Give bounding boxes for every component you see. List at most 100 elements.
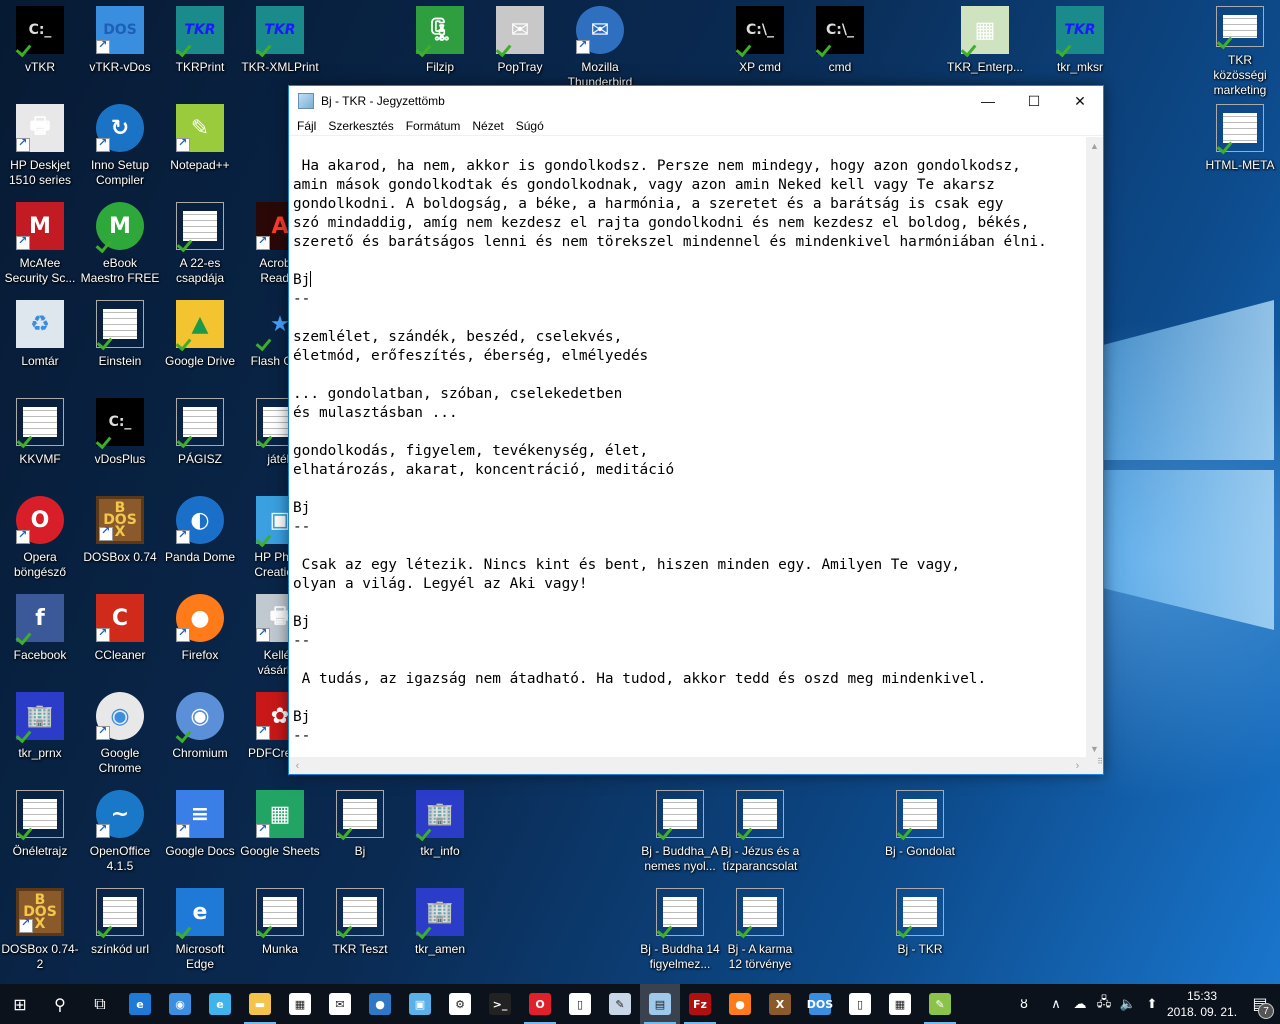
taskbar-app-notepad[interactable]: ▤ bbox=[640, 984, 680, 1024]
desktop-icon-label: DOSBox 0.74-2 bbox=[1, 942, 79, 971]
desktop-icon[interactable]: C CCleaner bbox=[80, 594, 160, 686]
desktop-icon[interactable]: Önéletrajz bbox=[0, 790, 80, 882]
desktop-icon[interactable]: C:_ vTKR bbox=[0, 6, 80, 98]
desktop-icon[interactable]: ✎ Notepad++ bbox=[160, 104, 240, 196]
taskbar-app-store[interactable]: ▦ bbox=[280, 984, 320, 1024]
scroll-up-icon[interactable]: ▲ bbox=[1086, 137, 1103, 154]
volume-icon[interactable]: 🔈 bbox=[1116, 997, 1140, 1012]
taskbar-app-chrome[interactable]: ◉ bbox=[160, 984, 200, 1024]
scroll-left-icon[interactable]: ‹ bbox=[289, 757, 306, 774]
taskbar-app-dosbox[interactable]: X bbox=[760, 984, 800, 1024]
desktop-icon[interactable]: 🏢 tkr_prnx bbox=[0, 692, 80, 784]
clock[interactable]: 15:33 2018. 09. 21. bbox=[1164, 988, 1240, 1020]
desktop-icon[interactable]: HTML-META bbox=[1200, 104, 1280, 196]
chevron-up-icon[interactable]: ∧ bbox=[1044, 997, 1068, 1012]
upload-cloud-icon[interactable]: ⬆ bbox=[1140, 997, 1164, 1012]
desktop-icon[interactable]: ◐ Panda Dome bbox=[160, 496, 240, 588]
desktop-icon[interactable]: 🏢 tkr_amen bbox=[400, 888, 480, 980]
desktop-icon[interactable]: ♻ Lomtár bbox=[0, 300, 80, 392]
desktop-icon[interactable]: Bj - Jézus és a tízparancsolat bbox=[720, 790, 800, 882]
desktop-icon[interactable]: 🖶 HP Deskjet 1510 series bbox=[0, 104, 80, 196]
taskbar-app-settings[interactable]: ⚙ bbox=[440, 984, 480, 1024]
taskbar-app-cmd[interactable]: >_ bbox=[480, 984, 520, 1024]
menu-view[interactable]: Nézet bbox=[466, 119, 509, 133]
maximize-button[interactable]: ☐ bbox=[1011, 86, 1057, 116]
desktop-icon[interactable]: DOS vTKR-vDos bbox=[80, 6, 160, 98]
desktop-icon[interactable]: ↻ Inno Setup Compiler bbox=[80, 104, 160, 196]
menu-edit[interactable]: Szerkesztés bbox=[322, 119, 399, 133]
desktop-icon[interactable]: Bj - Buddha 14 figyelmez... bbox=[640, 888, 720, 980]
desktop-icon[interactable]: BDOSX DOSBox 0.74-2 bbox=[0, 888, 80, 980]
menu-file[interactable]: Fájl bbox=[291, 119, 322, 133]
network-icon[interactable]: 🖧 bbox=[1092, 993, 1116, 1015]
scroll-right-icon[interactable]: › bbox=[1069, 757, 1086, 774]
taskbar-app-vdos[interactable]: DOS bbox=[800, 984, 840, 1024]
taskbar-app-opera[interactable]: O bbox=[520, 984, 560, 1024]
desktop-icon[interactable]: Bj - TKR bbox=[880, 888, 960, 980]
desktop-icon[interactable]: M McAfee Security Sc... bbox=[0, 202, 80, 294]
taskbar-app-edge[interactable]: e bbox=[120, 984, 160, 1024]
desktop-icon[interactable]: színkód url bbox=[80, 888, 160, 980]
taskbar-app-notepadpp[interactable]: ✎ bbox=[920, 984, 960, 1024]
sync-check-icon bbox=[97, 335, 115, 349]
task-view-button[interactable]: ⧉ bbox=[80, 984, 120, 1024]
chrome-icon: ◉ bbox=[96, 692, 144, 740]
desktop-icon[interactable]: ▲ Google Drive bbox=[160, 300, 240, 392]
desktop-icon[interactable]: Bj bbox=[320, 790, 400, 882]
desktop-icon[interactable]: ~ OpenOffice 4.1.5 bbox=[80, 790, 160, 882]
text-editor[interactable]: Ha akarod, ha nem, akkor is gondolkodsz.… bbox=[289, 137, 1086, 757]
desktop-icon[interactable]: KKVMF bbox=[0, 398, 80, 490]
desktop-icon[interactable]: Bj - A karma 12 törvénye bbox=[720, 888, 800, 980]
resize-grip-icon[interactable]: ⠿ bbox=[1086, 757, 1103, 774]
desktop-icon[interactable]: PÁGISZ bbox=[160, 398, 240, 490]
people-icon[interactable]: ȣ bbox=[1012, 997, 1036, 1012]
title-bar[interactable]: Bj - TKR - Jegyzettömb — ☐ ✕ bbox=[289, 86, 1103, 116]
search-button[interactable]: ⚲ bbox=[40, 984, 80, 1024]
taskbar-app-paint[interactable]: ✎ bbox=[600, 984, 640, 1024]
sync-check-icon bbox=[177, 237, 195, 251]
action-center-button[interactable]: ▤ 7 bbox=[1240, 984, 1280, 1024]
desktop-icon[interactable]: Munka bbox=[240, 888, 320, 980]
desktop-icon-label: Google Chrome bbox=[98, 746, 142, 775]
taskbar-app-internet-explorer[interactable]: e bbox=[200, 984, 240, 1024]
desktop-icon[interactable]: Einstein bbox=[80, 300, 160, 392]
desktop-icon[interactable]: Bj - Gondolat bbox=[880, 790, 960, 882]
desktop-icon[interactable]: ● Firefox bbox=[160, 594, 240, 686]
taskbar-app-control-panel[interactable]: ▣ bbox=[400, 984, 440, 1024]
taskbar-app-mail[interactable]: ✉ bbox=[320, 984, 360, 1024]
taskbar-app-blank-document[interactable]: ▯ bbox=[840, 984, 880, 1024]
taskbar-app-filezilla[interactable]: Fz bbox=[680, 984, 720, 1024]
taskbar-app-thunderbird[interactable]: ● bbox=[360, 984, 400, 1024]
desktop-icon[interactable]: ◉ Google Chrome bbox=[80, 692, 160, 784]
screenshot-icon: ▦ bbox=[961, 6, 1009, 54]
start-button[interactable]: ⊞ bbox=[0, 984, 40, 1024]
scroll-down-icon[interactable]: ▼ bbox=[1086, 740, 1103, 757]
text-line: gondolkodni. A boldogság, a béke, a harm… bbox=[293, 196, 1004, 212]
menu-help[interactable]: Súgó bbox=[510, 119, 550, 133]
menu-format[interactable]: Formátum bbox=[400, 119, 467, 133]
desktop-icon[interactable]: C:_ vDosPlus bbox=[80, 398, 160, 490]
desktop-icon[interactable]: TKR Teszt bbox=[320, 888, 400, 980]
desktop-icon[interactable]: BDOSX DOSBox 0.74 bbox=[80, 496, 160, 588]
desktop-icon[interactable]: A 22-es csapdája bbox=[160, 202, 240, 294]
desktop-icon[interactable]: TKR TKRPrint bbox=[160, 6, 240, 98]
desktop-icon[interactable]: Bj - Buddha_A nemes nyol... bbox=[640, 790, 720, 882]
desktop-icon[interactable]: 🏢 tkr_info bbox=[400, 790, 480, 882]
desktop-icon[interactable]: ◉ Chromium bbox=[160, 692, 240, 784]
minimize-button[interactable]: — bbox=[965, 86, 1011, 116]
close-button[interactable]: ✕ bbox=[1057, 86, 1103, 116]
taskbar-app-calculator[interactable]: ▦ bbox=[880, 984, 920, 1024]
vertical-scrollbar[interactable]: ▲ ▼ bbox=[1086, 137, 1103, 757]
desktop-icon[interactable]: O Opera böngésző bbox=[0, 496, 80, 588]
desktop-icon[interactable]: f Facebook bbox=[0, 594, 80, 686]
desktop-icon[interactable]: e Microsoft Edge bbox=[160, 888, 240, 980]
taskbar-app-file-explorer[interactable]: ▬ bbox=[240, 984, 280, 1024]
desktop-icon[interactable]: TKR közösségi marketing bbox=[1200, 6, 1280, 98]
desktop-icon[interactable]: MeBook Maestro FREE bbox=[80, 202, 160, 294]
horizontal-scrollbar[interactable]: ‹ › bbox=[289, 757, 1086, 774]
taskbar-app-firefox[interactable]: ● bbox=[720, 984, 760, 1024]
taskbar-app-notepad-blank[interactable]: ▯ bbox=[560, 984, 600, 1024]
onedrive-icon[interactable]: ☁ bbox=[1068, 997, 1092, 1012]
desktop-icon[interactable]: ≡ Google Docs bbox=[160, 790, 240, 882]
desktop-icon[interactable]: ▦ Google Sheets bbox=[240, 790, 320, 882]
